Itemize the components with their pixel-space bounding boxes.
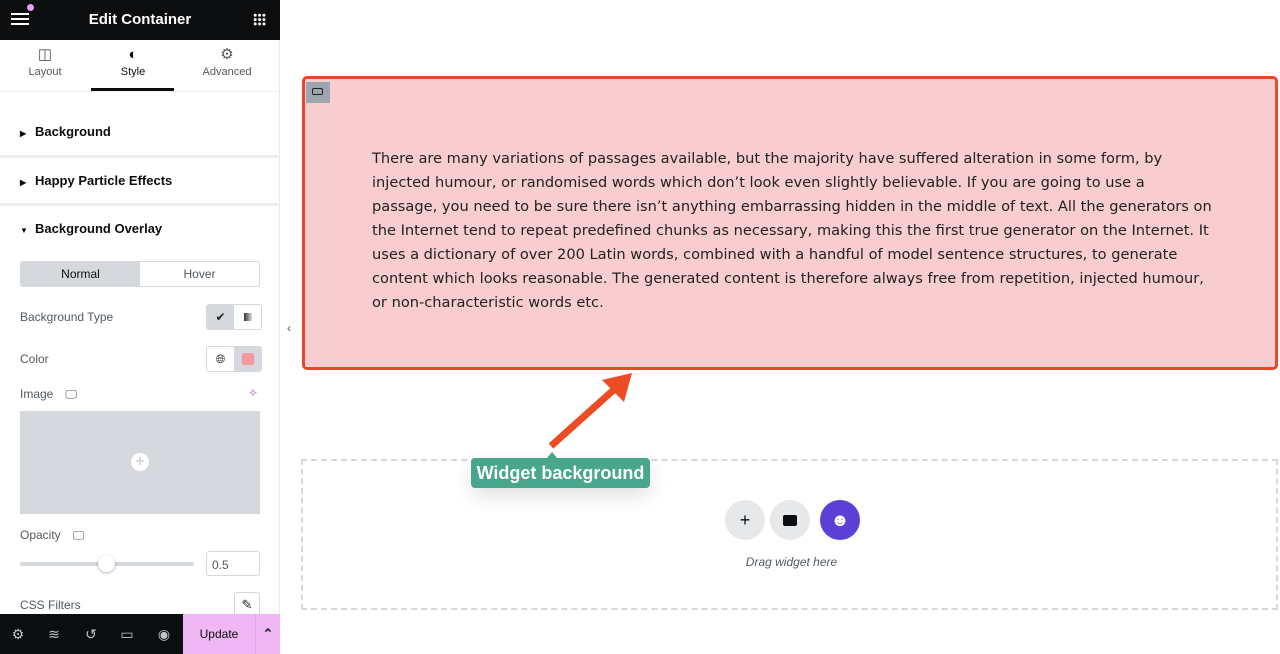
annotation-label: Widget background (471, 458, 650, 488)
arrow-shaft (548, 383, 621, 449)
annotation-arrow (548, 373, 632, 449)
